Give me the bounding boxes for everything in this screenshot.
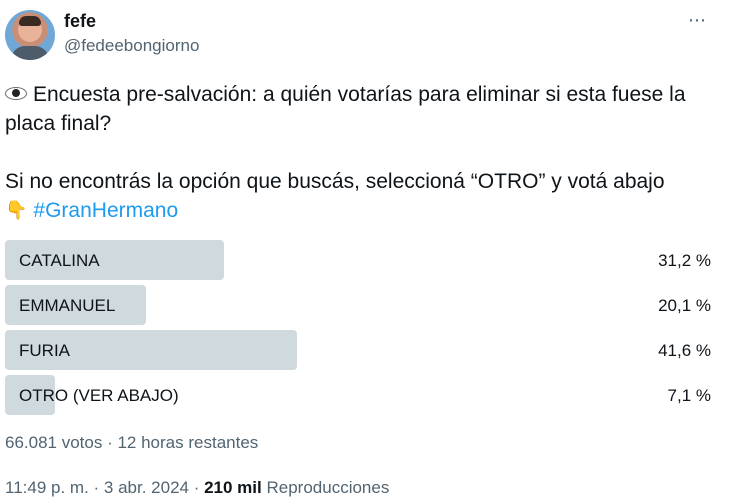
- tweet-line-3: 👇 #GranHermano: [5, 196, 725, 225]
- tweet-line-1-text: Encuesta pre-salvación: a quién votarías…: [5, 83, 686, 135]
- poll-option-percent: 20,1 %: [658, 296, 711, 315]
- views-label: Reproducciones: [266, 478, 390, 497]
- avatar[interactable]: [5, 10, 55, 60]
- hashtag-link[interactable]: #GranHermano: [33, 199, 178, 222]
- tweet-footer: 11:49 p. m. · 3 abr. 2024 · 210 mil Repr…: [5, 478, 389, 498]
- footer-separator: ·: [188, 478, 205, 497]
- avatar-shirt: [11, 46, 49, 60]
- tweet-line-1: Encuesta pre-salvación: a quién votarías…: [5, 80, 725, 138]
- poll-option-label: CATALINA: [19, 251, 100, 270]
- footer-separator: ·: [88, 478, 104, 497]
- author-handle[interactable]: @fedeebongiorno: [64, 36, 199, 56]
- author-name[interactable]: fefe: [64, 11, 96, 32]
- eye-icon: [5, 87, 27, 100]
- poll-option-label: FURIA: [19, 341, 70, 360]
- tweet-date[interactable]: 3 abr. 2024: [104, 478, 189, 497]
- avatar-hair: [19, 16, 41, 26]
- poll-option[interactable]: FURIA 41,6 %: [5, 330, 720, 370]
- poll-option-percent: 31,2 %: [658, 251, 711, 270]
- tweet-time[interactable]: 11:49 p. m.: [5, 478, 89, 497]
- poll-votes: 66.081 votos: [5, 433, 103, 452]
- poll-meta: 66.081 votos · 12 horas restantes: [5, 433, 258, 453]
- views-count: 210 mil: [204, 478, 262, 497]
- poll-option-percent: 7,1 %: [667, 386, 711, 405]
- poll-option[interactable]: OTRO (VER ABAJO) 7,1 %: [5, 375, 720, 415]
- tweet-line-2: Si no encontrás la opción que buscás, se…: [5, 170, 665, 193]
- pointing-down-icon: 👇: [5, 200, 28, 220]
- tweet-text: Encuesta pre-salvación: a quién votarías…: [5, 80, 725, 225]
- poll-option-percent: 41,6 %: [658, 341, 711, 360]
- poll-option[interactable]: CATALINA 31,2 %: [5, 240, 720, 280]
- poll: CATALINA 31,2 % EMMANUEL 20,1 % FURIA 41…: [5, 240, 720, 420]
- poll-option[interactable]: EMMANUEL 20,1 %: [5, 285, 720, 325]
- poll-time-left: 12 horas restantes: [117, 433, 259, 452]
- poll-option-label: OTRO (VER ABAJO): [19, 386, 179, 405]
- more-options-icon[interactable]: ⋯: [688, 10, 707, 31]
- poll-option-label: EMMANUEL: [19, 296, 116, 315]
- meta-separator: ·: [102, 433, 118, 452]
